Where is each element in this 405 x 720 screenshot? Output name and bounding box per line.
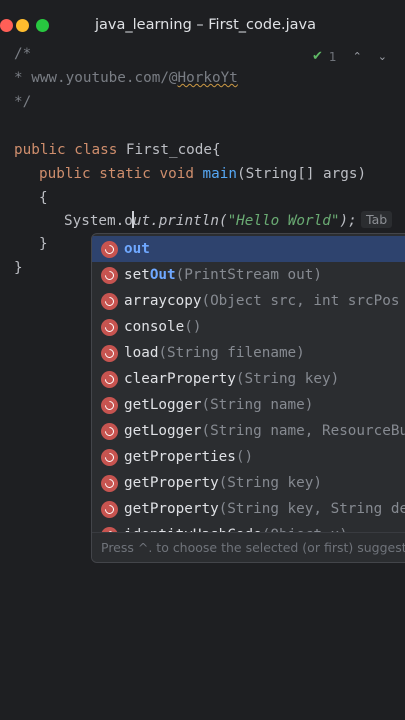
completion-preview-end: ); <box>339 213 357 229</box>
code-line-3: */ <box>14 94 32 110</box>
completion-item-console[interactable]: console() <box>92 314 405 340</box>
method-params: (String[] args) <box>236 166 367 182</box>
code-line-5: public class First_code{ <box>14 140 221 160</box>
completion-item-setout[interactable]: setOut (PrintStream out) <box>92 262 405 288</box>
method-icon <box>101 266 118 284</box>
code-line-10: } <box>14 260 23 276</box>
completion-item-getproperty[interactable]: getProperty (String key) <box>92 470 405 496</box>
method-icon <box>101 474 118 492</box>
tab-key-hint: Tab <box>361 211 393 228</box>
code-line-2: * www.youtube.com/@HorkoYt <box>14 68 238 88</box>
window-title: java_learning – First_code.java <box>95 17 316 33</box>
completion-item-getlogger[interactable]: getLogger (String name) <box>92 392 405 418</box>
class-name: First_code{ <box>125 142 221 158</box>
zoom-window-button[interactable] <box>36 19 49 32</box>
comment-text: * www.youtube.com/@ <box>14 70 178 86</box>
string-literal: "Hello World" <box>227 213 340 229</box>
completion-item-load[interactable]: load (String filename) <box>92 340 405 366</box>
close-window-button[interactable] <box>0 19 13 32</box>
method-icon <box>101 448 118 466</box>
check-icon: ✔ <box>312 49 323 64</box>
method-icon <box>101 344 118 362</box>
code-line-8: System.out.println("Hello World"); <box>64 211 357 231</box>
code-line-7: { <box>39 190 48 206</box>
completion-preview: ut.println( <box>132 213 228 229</box>
spelling-warning-word[interactable]: HorkoYt <box>178 70 238 86</box>
completion-item-out[interactable]: out <box>92 236 405 262</box>
completion-item-clearproperty[interactable]: clearProperty (String key) <box>92 366 405 392</box>
inspection-widget[interactable]: ✔ 1 ⌃ ⌄ <box>312 49 387 64</box>
minimize-window-button[interactable] <box>16 19 29 32</box>
completion-item-getproperty-default[interactable]: getProperty (String key, String de <box>92 496 405 522</box>
completion-item-getproperties[interactable]: getProperties() <box>92 444 405 470</box>
code-line-9: } <box>39 236 48 252</box>
method-icon <box>101 240 118 258</box>
method-icon <box>101 422 118 440</box>
method-name: main <box>202 166 237 182</box>
method-modifiers: public static void <box>39 166 194 182</box>
previous-highlight-icon[interactable]: ⌃ <box>353 50 362 63</box>
method-icon <box>101 318 118 336</box>
next-highlight-icon[interactable]: ⌄ <box>378 50 387 63</box>
method-icon <box>101 500 118 518</box>
typed-code: System.o <box>64 213 133 229</box>
code-line-6: public static void main(String[] args) <box>39 164 366 184</box>
completion-item-getlogger-bundle[interactable]: getLogger (String name, ResourceBu <box>92 418 405 444</box>
method-icon <box>101 370 118 388</box>
method-icon <box>101 292 118 310</box>
title-bar: java_learning – First_code.java <box>0 0 405 50</box>
method-icon <box>101 396 118 414</box>
keyword-public: public <box>14 142 66 158</box>
code-completion-popup[interactable]: out setOut (PrintStream out) arraycopy (Ob… <box>91 233 405 563</box>
inspection-count: 1 <box>328 49 337 64</box>
completion-item-arraycopy[interactable]: arraycopy (Object src, int srcPos <box>92 288 405 314</box>
code-line-1: /* <box>14 46 32 62</box>
completion-footer-hint: Press ^. to choose the selected (or firs… <box>92 532 405 562</box>
keyword-class: class <box>74 142 118 158</box>
